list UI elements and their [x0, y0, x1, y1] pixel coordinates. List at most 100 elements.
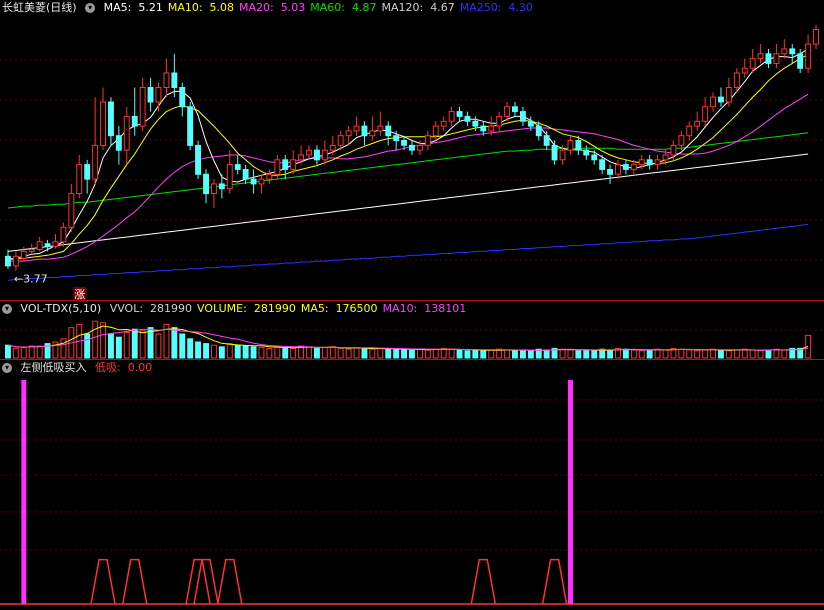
volume-bar [654, 348, 661, 359]
candle-body [385, 125, 392, 137]
candle-body [662, 154, 669, 161]
volume-bar [100, 322, 106, 359]
volume-bar [369, 348, 376, 359]
candle-body [496, 115, 503, 127]
candle-body [20, 250, 27, 259]
candle-body [234, 164, 241, 170]
volume-bar [472, 349, 479, 359]
candle-body [797, 53, 804, 69]
candle-body [329, 144, 336, 151]
signal-buy-bar [567, 380, 573, 604]
candle-body [203, 173, 210, 195]
volume-bar [741, 348, 748, 359]
candle-body [813, 29, 819, 45]
volume-bar [250, 346, 257, 359]
signal-buy-bar [21, 380, 27, 604]
candle-body [353, 125, 360, 132]
candle-body [401, 140, 408, 146]
volume-bar [258, 347, 265, 359]
candle-body [757, 53, 764, 60]
volume-bar [480, 350, 487, 359]
candle-body [694, 120, 701, 127]
candle-body [306, 149, 313, 156]
candle-body [512, 106, 518, 113]
volume-bar [60, 338, 67, 359]
candle-body [520, 111, 526, 122]
candle-body [527, 120, 534, 127]
candle-body [567, 140, 574, 151]
signal-small-pulse [541, 558, 568, 605]
candle-body [535, 125, 542, 137]
candle-body [369, 130, 376, 137]
volume-bar [543, 349, 550, 359]
candle-body [321, 149, 328, 161]
candle-body [456, 111, 463, 117]
candle-body [155, 87, 162, 103]
candle-body [440, 120, 447, 127]
volume-bar [662, 349, 669, 359]
candle-body [250, 178, 257, 185]
volume-bar [20, 347, 27, 359]
candle-body [92, 144, 99, 180]
volume-bar [749, 349, 756, 359]
candle-body [345, 130, 352, 137]
candle-body [298, 154, 305, 161]
volume-bar [84, 333, 91, 359]
candle-body [480, 125, 487, 132]
candle-body [504, 106, 511, 117]
volume-bar [155, 333, 162, 359]
candle-body [789, 48, 796, 55]
volume-bar [171, 327, 178, 359]
volume-bar [337, 347, 344, 359]
candle-body [147, 87, 154, 103]
ma250-line [7, 223, 809, 281]
volume-bar [417, 348, 423, 359]
volume-bar [725, 350, 732, 359]
signal-small-pulse [217, 558, 243, 605]
candle-body [551, 144, 558, 161]
volume-bar [92, 320, 99, 359]
candle-body [805, 43, 812, 69]
candle-body [488, 125, 495, 132]
candle-body [749, 58, 756, 69]
volume-bar [361, 347, 368, 359]
candle-body [84, 164, 91, 180]
candle-body [44, 243, 51, 248]
volume-bar [575, 350, 582, 359]
candle-body [432, 125, 439, 137]
candle-body [12, 255, 19, 267]
volume-bar [781, 349, 788, 359]
candle-body [108, 101, 114, 137]
candle-body [472, 120, 479, 127]
volume-bar [123, 331, 130, 359]
ma120-line [7, 153, 809, 252]
volume-bar [646, 349, 653, 359]
candle-body [583, 149, 590, 156]
candle-body [218, 183, 225, 190]
candle-body [5, 255, 11, 267]
ma10-line [8, 54, 809, 260]
volume-bar [115, 336, 122, 359]
volume-bar [108, 333, 114, 359]
candle-body [28, 249, 35, 252]
volume-bar [432, 348, 439, 359]
kline-chart[interactable]: ←3.77 涨 [0, 0, 824, 610]
volume-bar [718, 349, 724, 359]
volume-bar [12, 347, 19, 359]
volume-bar [234, 344, 241, 359]
candle-body [337, 135, 344, 146]
volume-bar [393, 349, 400, 359]
volume-bar [329, 346, 336, 359]
volume-bar [622, 348, 629, 359]
volume-bar [504, 349, 511, 359]
candle-body [615, 164, 621, 175]
candle-body [448, 111, 455, 122]
volume-bar [409, 349, 415, 359]
candle-body [765, 53, 772, 64]
volume-bar [36, 345, 43, 359]
candle-body [377, 125, 384, 132]
candle-body [163, 72, 170, 88]
volume-bar [345, 348, 352, 359]
rise-badge-label: 涨 [74, 288, 85, 301]
volume-bar [686, 349, 693, 359]
